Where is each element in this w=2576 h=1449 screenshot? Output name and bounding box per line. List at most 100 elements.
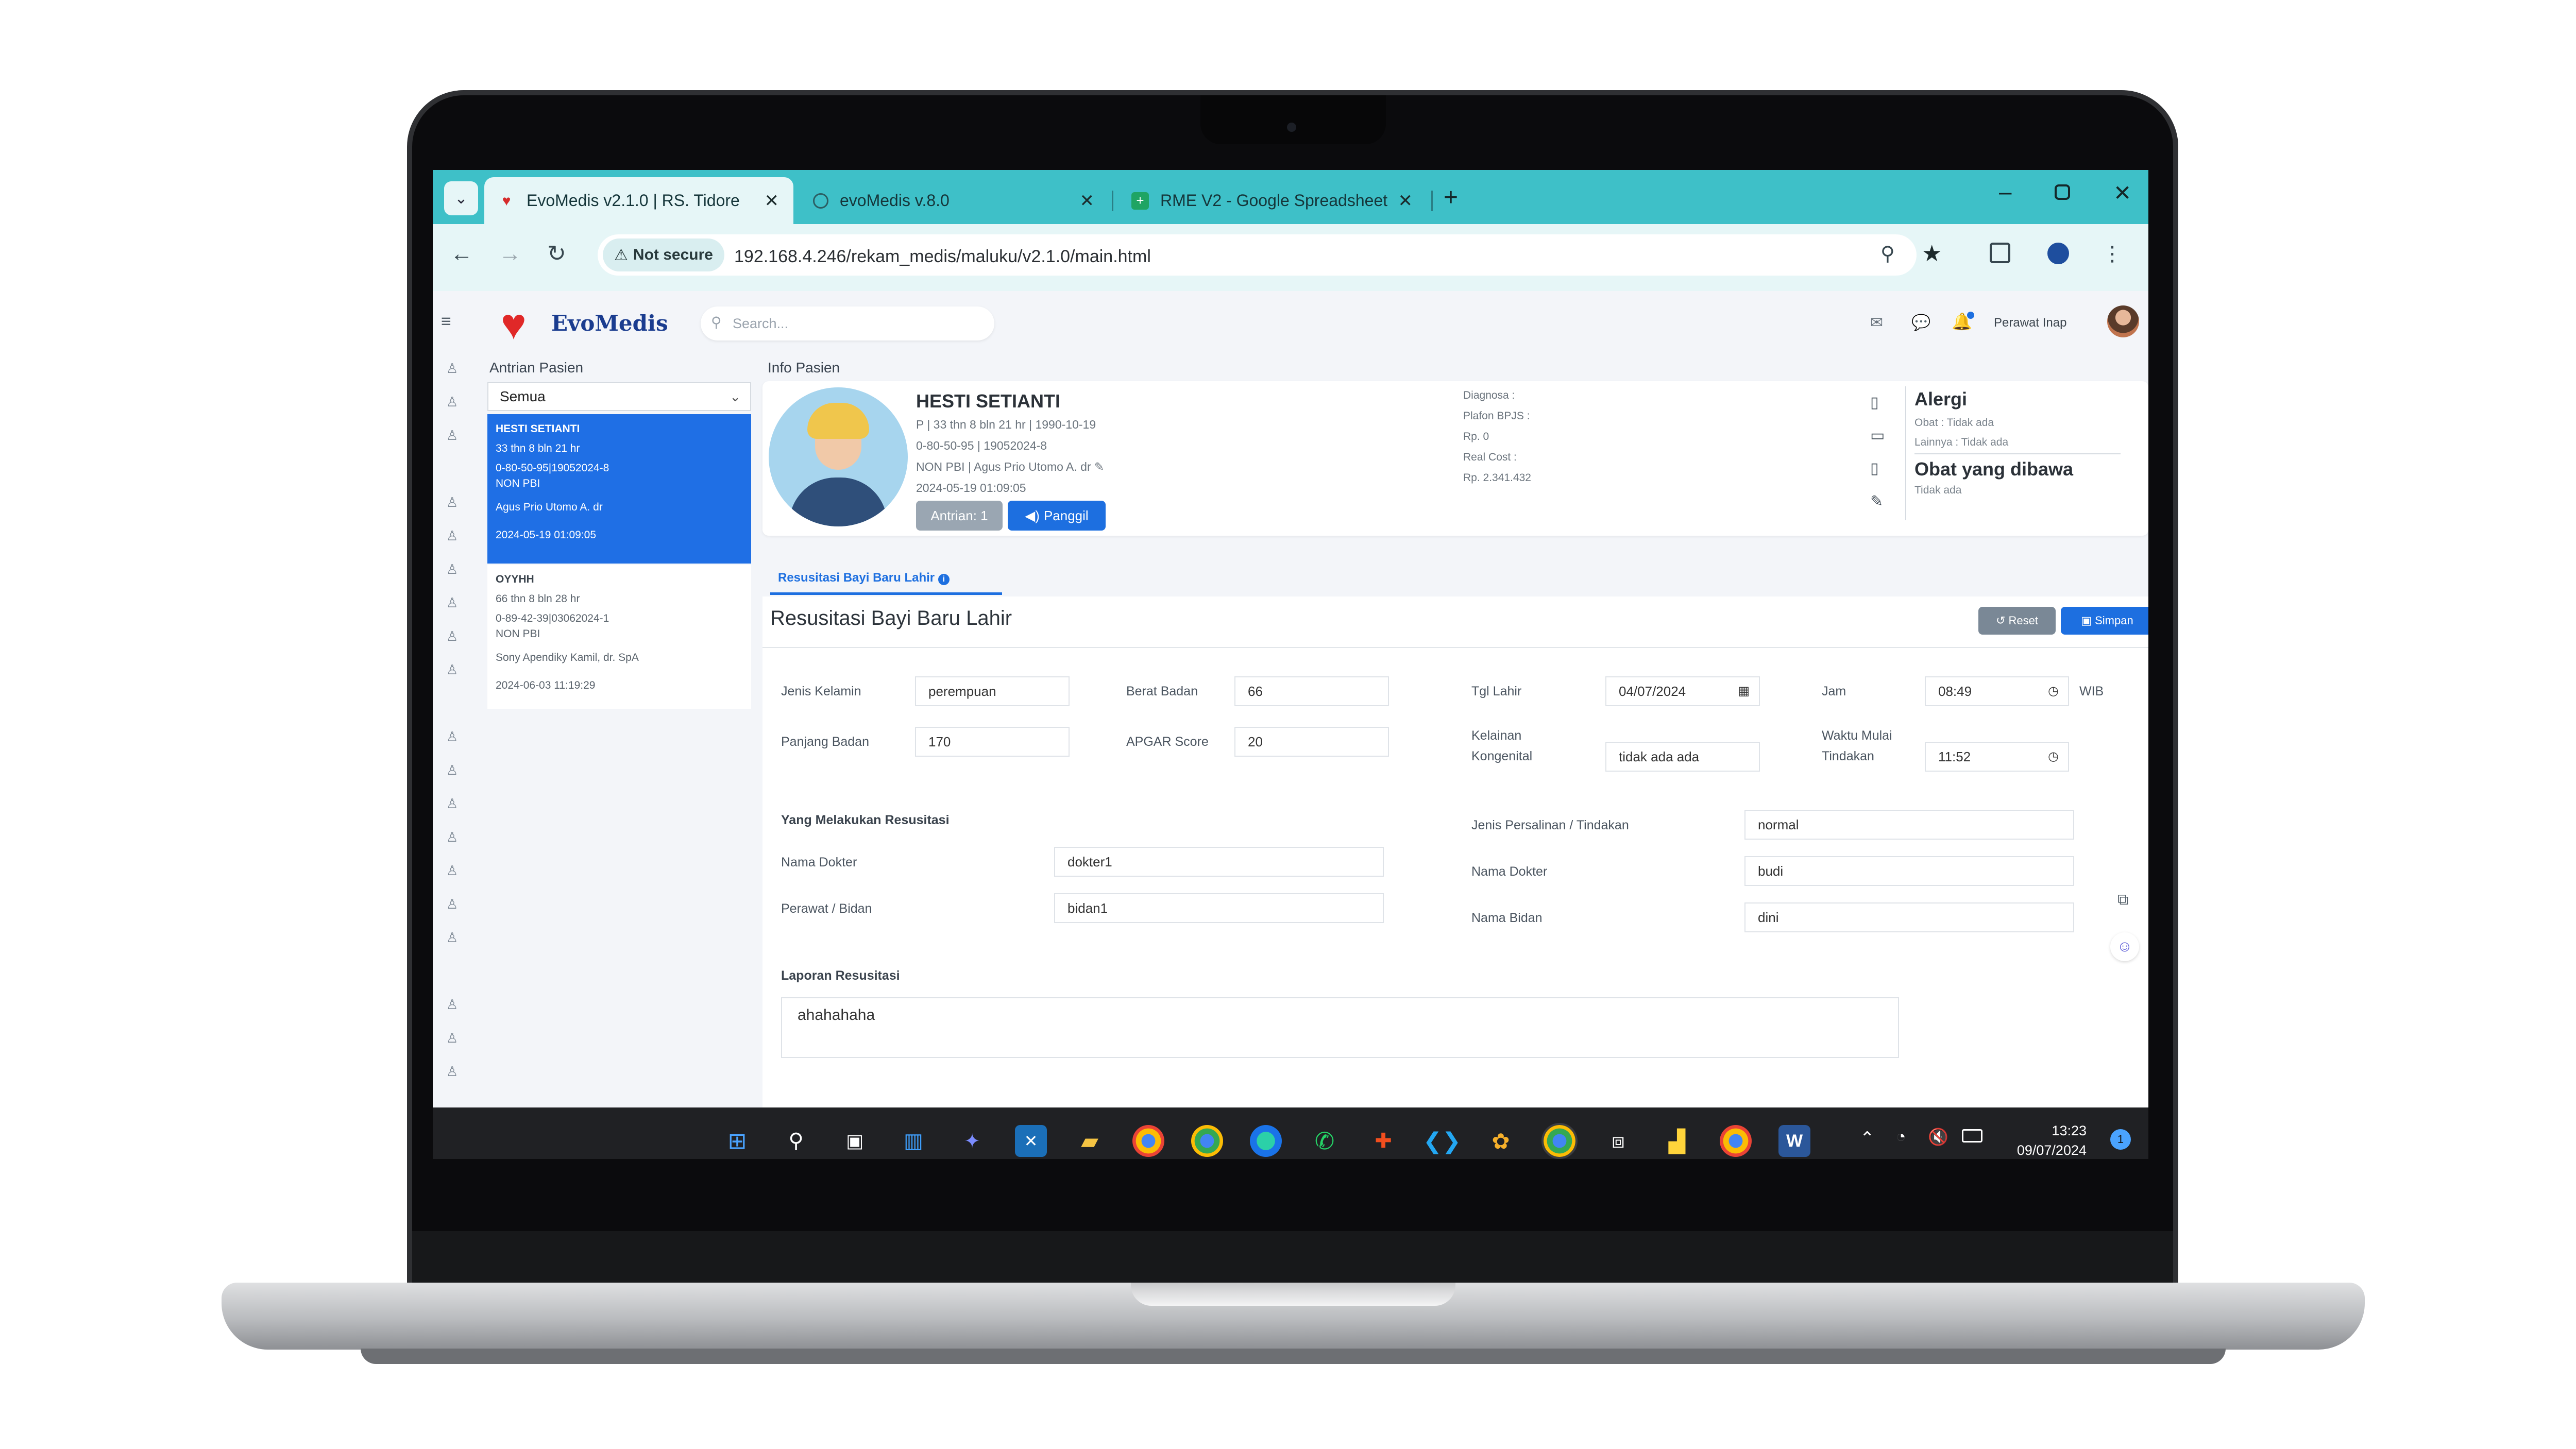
- nama-dokter2-input[interactable]: budi: [1744, 856, 2074, 886]
- menu-person-icon[interactable]: ♙: [446, 997, 458, 1013]
- menu-person-icon[interactable]: ♙: [446, 361, 458, 377]
- menu-person-icon[interactable]: ♙: [446, 495, 458, 510]
- reload-icon[interactable]: ↻: [547, 243, 566, 265]
- windows-start-icon[interactable]: ⊞: [721, 1125, 753, 1157]
- wifi-icon[interactable]: ◔: [1896, 1127, 1906, 1146]
- task-view-icon[interactable]: ▣: [839, 1125, 871, 1157]
- menu-person-icon[interactable]: ♙: [446, 729, 458, 745]
- queue-item-selected[interactable]: HESTI SETIANTI 33 thn 8 bln 21 hr 0-80-5…: [487, 414, 751, 564]
- calendar-icon[interactable]: ▦: [1738, 677, 1750, 705]
- note-edit-icon[interactable]: ✎: [1870, 485, 1885, 518]
- folder-icon[interactable]: ▭: [1870, 419, 1885, 452]
- menu-person-icon[interactable]: ♙: [446, 528, 458, 544]
- vscode-icon[interactable]: ❮❯: [1423, 1125, 1461, 1157]
- restore-icon[interactable]: [2055, 184, 2070, 200]
- widgets-icon[interactable]: ▥: [897, 1125, 929, 1157]
- jenis-kelamin-input[interactable]: perempuan: [915, 676, 1070, 706]
- laporan-textarea[interactable]: ahahahaha: [781, 997, 1899, 1058]
- menu-kebab-icon[interactable]: ⋮: [2102, 243, 2123, 265]
- store-icon[interactable]: ⧈: [1602, 1125, 1634, 1157]
- panjang-badan-input[interactable]: 170: [915, 727, 1070, 757]
- antrian-button[interactable]: Antrian: 1: [916, 501, 1003, 531]
- file-explorer-icon[interactable]: ▰: [1074, 1125, 1106, 1157]
- jam-input[interactable]: 08:49 ◷: [1925, 676, 2069, 706]
- clock[interactable]: 13:23 09/07/2024: [1999, 1121, 2087, 1159]
- nama-bidan-input[interactable]: dini: [1744, 902, 2074, 932]
- whatsapp-icon[interactable]: ✆: [1309, 1125, 1341, 1157]
- translate-icon[interactable]: ⧉: [2117, 891, 2128, 909]
- menu-person-icon[interactable]: ♙: [446, 561, 458, 577]
- clock-icon[interactable]: ◷: [2048, 677, 2059, 705]
- close-tab-icon[interactable]: ✕: [1080, 191, 1095, 211]
- menu-person-icon[interactable]: ♙: [446, 394, 458, 410]
- extensions-icon[interactable]: [1990, 243, 2010, 263]
- menu-person-icon[interactable]: ♙: [446, 896, 458, 912]
- tab-search-icon[interactable]: ⌄: [444, 181, 478, 215]
- notification-badge[interactable]: 1: [2110, 1129, 2131, 1150]
- menu-person-icon[interactable]: ♙: [446, 1030, 458, 1046]
- app-x-icon[interactable]: ✕: [1015, 1125, 1047, 1157]
- menu-person-icon[interactable]: ♙: [446, 796, 458, 812]
- profile-avatar[interactable]: [2045, 241, 2071, 266]
- close-tab-icon[interactable]: ✕: [765, 191, 779, 211]
- perawat-bidan-input[interactable]: bidan1: [1054, 893, 1384, 923]
- chat-icon[interactable]: 💬: [1911, 314, 1930, 332]
- app-logo[interactable]: EvoMedis: [551, 311, 668, 336]
- menu-person-icon[interactable]: ♙: [446, 762, 458, 778]
- volume-muted-icon[interactable]: 🔇: [1928, 1127, 1948, 1147]
- chrome-active-icon[interactable]: [1541, 1123, 1578, 1159]
- nama-dokter-input[interactable]: dokter1: [1054, 847, 1384, 877]
- xampp-icon[interactable]: ✿: [1485, 1125, 1517, 1157]
- word-icon[interactable]: W: [1778, 1125, 1810, 1157]
- bookmark-star-icon[interactable]: ★: [1922, 243, 1942, 265]
- menu-person-icon[interactable]: ♙: [446, 930, 458, 946]
- sticky-notes-icon[interactable]: ▟: [1661, 1125, 1693, 1157]
- tab-evomedis[interactable]: ♥ EvoMedis v2.1.0 | RS. Tidore ✕: [484, 177, 793, 224]
- document-icon[interactable]: ▯: [1870, 386, 1885, 419]
- assistant-bot-icon[interactable]: ☺: [2110, 932, 2139, 961]
- figma-icon[interactable]: ✚: [1367, 1125, 1399, 1157]
- chrome-icon[interactable]: [1132, 1125, 1164, 1157]
- close-tab-icon[interactable]: ✕: [1398, 191, 1413, 211]
- hamburger-menu-icon[interactable]: ≡: [441, 312, 451, 332]
- menu-person-icon[interactable]: ♙: [446, 1064, 458, 1080]
- queue-item[interactable]: OYYHH 66 thn 8 bln 28 hr 0-89-42-39|0306…: [487, 565, 751, 709]
- menu-person-icon[interactable]: ♙: [446, 863, 458, 879]
- search-input[interactable]: Search...: [701, 306, 994, 340]
- mail-icon[interactable]: ✉: [1870, 314, 1883, 332]
- taskbar-search-icon[interactable]: ⚲: [780, 1125, 812, 1157]
- tab-resusitasi[interactable]: Resusitasi Bayi Baru Lahir i: [778, 571, 950, 585]
- waktu-mulai-input[interactable]: 11:52 ◷: [1925, 742, 2069, 772]
- reset-button[interactable]: ↺ Reset: [1978, 607, 2056, 635]
- battery-icon[interactable]: [1962, 1129, 1982, 1143]
- file-icon[interactable]: ▯: [1870, 452, 1885, 485]
- kelainan-input[interactable]: tidak ada ada: [1605, 742, 1760, 772]
- new-tab-button[interactable]: +: [1444, 183, 1458, 212]
- tgl-lahir-input[interactable]: 04/07/2024 ▦: [1605, 676, 1760, 706]
- user-role[interactable]: Perawat Inap: [1994, 316, 2066, 330]
- clock-icon[interactable]: ◷: [2048, 743, 2059, 771]
- apgar-input[interactable]: 20: [1234, 727, 1389, 757]
- menu-person-icon[interactable]: ♙: [446, 628, 458, 644]
- menu-person-icon[interactable]: ♙: [446, 428, 458, 444]
- url-text[interactable]: 192.168.4.246/rekam_medis/maluku/v2.1.0/…: [734, 247, 1151, 267]
- menu-person-icon[interactable]: ♙: [446, 595, 458, 611]
- jenis-persalinan-input[interactable]: normal: [1744, 810, 2074, 840]
- edge-icon[interactable]: [1250, 1125, 1282, 1157]
- save-button[interactable]: ▣ Simpan: [2061, 607, 2148, 635]
- forward-icon[interactable]: →: [499, 243, 521, 265]
- minimize-icon[interactable]: –: [1999, 179, 2011, 205]
- close-window-icon[interactable]: ✕: [2113, 180, 2131, 206]
- back-icon[interactable]: ←: [450, 243, 473, 265]
- berat-badan-input[interactable]: 66: [1234, 676, 1389, 706]
- tab-evomedis-v8[interactable]: evoMedis v.8.0 ✕: [800, 177, 1109, 224]
- menu-person-icon[interactable]: ♙: [446, 662, 458, 678]
- menu-person-icon[interactable]: ♙: [446, 829, 458, 845]
- edit-icon[interactable]: ✎: [1094, 460, 1104, 473]
- user-avatar[interactable]: [2107, 305, 2139, 337]
- not-secure-badge[interactable]: ⚠ Not secure: [603, 238, 724, 271]
- chrome-profile-icon[interactable]: [1720, 1125, 1752, 1157]
- tray-chevron-icon[interactable]: ⌃: [1860, 1128, 1875, 1149]
- chrome-dev-icon[interactable]: [1191, 1125, 1223, 1157]
- panggil-button[interactable]: ◀) Panggil: [1008, 501, 1106, 531]
